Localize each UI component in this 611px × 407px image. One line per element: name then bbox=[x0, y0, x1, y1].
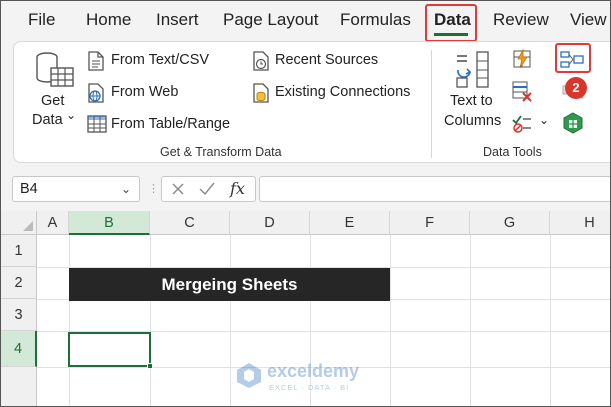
data-tab-highlight bbox=[425, 4, 477, 42]
group-label-get-transform: Get & Transform Data bbox=[160, 145, 282, 159]
column-header-f[interactable]: F bbox=[390, 211, 470, 235]
column-header-d[interactable]: D bbox=[230, 211, 310, 235]
tab-view[interactable]: View bbox=[570, 10, 607, 30]
merged-title-cell[interactable]: Mergeing Sheets bbox=[69, 268, 390, 301]
flash-fill-icon[interactable] bbox=[511, 48, 533, 75]
recent-sources-button[interactable]: Recent Sources bbox=[275, 52, 378, 68]
tab-insert[interactable]: Insert bbox=[156, 10, 199, 30]
group-divider bbox=[431, 50, 432, 158]
tab-review[interactable]: Review bbox=[493, 10, 549, 30]
column-header-a[interactable]: A bbox=[37, 211, 69, 235]
cancel-icon[interactable] bbox=[171, 182, 185, 196]
tab-page-layout[interactable]: Page Layout bbox=[223, 10, 318, 30]
get-data-label-line1[interactable]: Get bbox=[41, 93, 64, 109]
active-cell-b4[interactable] bbox=[68, 332, 153, 369]
formula-bar: B4 ⌄ ⋮ fx bbox=[1, 173, 610, 203]
text-to-columns-line2[interactable]: Columns bbox=[444, 113, 501, 129]
row-header-4[interactable]: 4 bbox=[1, 331, 37, 367]
recent-sources-icon bbox=[252, 51, 270, 76]
column-gridline bbox=[390, 235, 391, 406]
excel-window: File Home Insert Page Layout Formulas Da… bbox=[0, 0, 611, 407]
column-header-e[interactable]: E bbox=[310, 211, 390, 235]
data-validation-chevron-icon[interactable]: ⌄ bbox=[539, 113, 549, 127]
row-header-3[interactable]: 3 bbox=[1, 299, 37, 331]
fill-handle[interactable] bbox=[147, 363, 153, 369]
from-web-button[interactable]: From Web bbox=[111, 84, 178, 100]
tab-home[interactable]: Home bbox=[86, 10, 131, 30]
column-gridline bbox=[69, 235, 70, 406]
web-page-icon bbox=[87, 83, 105, 108]
column-header-c[interactable]: C bbox=[150, 211, 230, 235]
insert-function-icon[interactable]: fx bbox=[230, 179, 245, 198]
name-box-value: B4 bbox=[20, 181, 38, 197]
get-data-label-line2[interactable]: Data bbox=[32, 112, 63, 128]
chevron-down-icon[interactable]: ⌄ bbox=[121, 177, 131, 201]
group-label-data-tools: Data Tools bbox=[483, 145, 542, 159]
chevron-down-icon[interactable]: ⌄ bbox=[66, 108, 76, 122]
data-validation-icon[interactable] bbox=[511, 112, 533, 139]
column-header-h[interactable]: H bbox=[550, 211, 610, 235]
column-header-g[interactable]: G bbox=[470, 211, 550, 235]
ribbon-tabs: File Home Insert Page Layout Formulas Da… bbox=[1, 1, 610, 64]
formula-buttons: fx bbox=[161, 176, 256, 202]
from-table-range-button[interactable]: From Table/Range bbox=[111, 116, 230, 132]
select-all-corner[interactable] bbox=[1, 211, 37, 235]
column-header-b[interactable]: B bbox=[69, 211, 150, 235]
exceldemy-logo-icon bbox=[237, 363, 261, 388]
watermark-name: exceldemy bbox=[267, 361, 360, 381]
step-badge-2: 2 bbox=[565, 77, 587, 99]
name-box[interactable]: B4 ⌄ bbox=[12, 176, 140, 202]
row-header-5[interactable] bbox=[1, 367, 37, 406]
text-file-icon bbox=[87, 51, 105, 76]
watermark: exceldemy EXCEL · DATA · BI bbox=[235, 361, 359, 394]
worksheet-grid: A B C D E F G H 1 2 3 4 Mergeing Sheets … bbox=[1, 211, 610, 406]
tab-formulas[interactable]: Formulas bbox=[340, 10, 411, 30]
manage-data-model-icon[interactable] bbox=[562, 112, 584, 139]
ribbon-panel: Get Data ⌄ From Text/CSV From Web From T… bbox=[13, 41, 610, 163]
row-header-1[interactable]: 1 bbox=[1, 235, 37, 267]
get-data-icon[interactable] bbox=[34, 50, 78, 90]
row-header-2[interactable]: 2 bbox=[1, 267, 37, 299]
column-gridline bbox=[150, 235, 151, 406]
column-gridline bbox=[230, 235, 231, 406]
remove-duplicates-icon[interactable] bbox=[511, 80, 533, 107]
table-icon bbox=[87, 115, 107, 138]
column-gridline bbox=[470, 235, 471, 406]
text-to-columns-line1[interactable]: Text to bbox=[450, 93, 493, 109]
tab-file[interactable]: File bbox=[28, 10, 55, 30]
enter-check-icon[interactable] bbox=[199, 182, 215, 196]
column-gridline bbox=[550, 235, 551, 406]
consolidate-highlight bbox=[555, 43, 591, 73]
drag-handle-icon[interactable]: ⋮ bbox=[148, 182, 159, 195]
text-to-columns-icon[interactable] bbox=[454, 50, 492, 90]
existing-connections-icon bbox=[252, 83, 270, 108]
existing-connections-button[interactable]: Existing Connections bbox=[275, 84, 410, 100]
formula-input[interactable] bbox=[259, 176, 610, 202]
watermark-tagline: EXCEL · DATA · BI bbox=[269, 383, 350, 392]
from-text-csv-button[interactable]: From Text/CSV bbox=[111, 52, 209, 68]
